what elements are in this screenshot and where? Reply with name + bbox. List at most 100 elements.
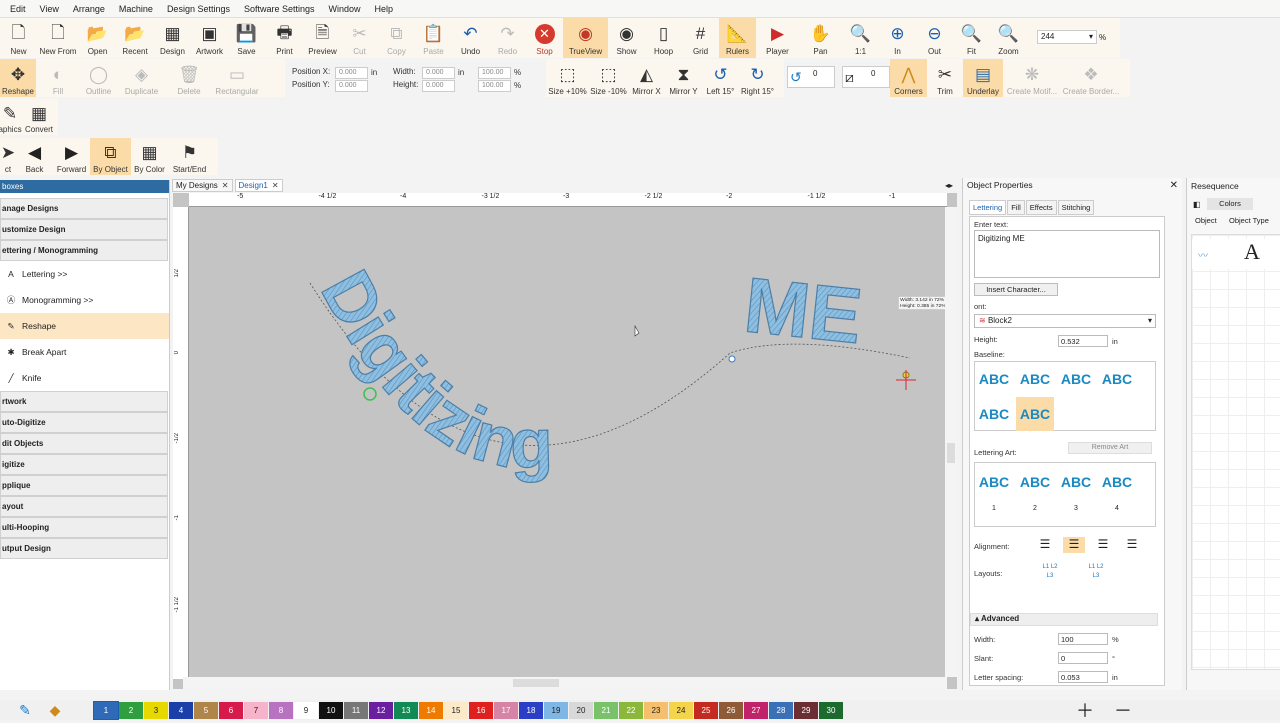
letter-spacing-input[interactable]: 0.053 (1058, 671, 1108, 683)
align-center-icon[interactable]: ☰ (1063, 537, 1085, 553)
insert-character-button[interactable]: Insert Character... (974, 283, 1058, 296)
menu-help[interactable]: Help (368, 4, 401, 14)
baseline-option[interactable]: ABC (975, 362, 1013, 396)
section-rtwork[interactable]: rtwork (0, 391, 168, 412)
size-h_pct[interactable]: 100.00 (478, 80, 511, 92)
advanced-section-header[interactable]: ▴ Advanced (970, 613, 1158, 626)
scroll-thumb[interactable] (513, 679, 559, 687)
thread-swatch[interactable]: 24 (669, 701, 693, 719)
align-right-icon[interactable]: ☰ (1092, 537, 1114, 553)
underlay-button[interactable]: ▤ Underlay (963, 59, 1003, 97)
section-ulti-hooping[interactable]: ulti-Hooping (0, 517, 168, 538)
menu-window[interactable]: Window (322, 4, 368, 14)
hoop-button[interactable]: ▯ Hoop (645, 18, 682, 58)
arc-lettering[interactable]: Digitizing (306, 258, 555, 484)
thread-swatch[interactable]: 16 (469, 701, 493, 719)
layout-option-1[interactable]: L1 L2 L3 (1040, 563, 1060, 597)
sequence-list[interactable]: 〰 A (1191, 234, 1280, 670)
trim-button[interactable]: ✂ Trim (927, 59, 963, 97)
thread-swatch[interactable]: 23 (644, 701, 668, 719)
thread-swatch[interactable]: 18 (519, 701, 543, 719)
design-canvas[interactable]: -5 -4 1/2 -4 -3 1/2 -3 -2 1/2 -2 -1 1/2 -1 1/2 0 -… (173, 193, 957, 689)
start-end-button[interactable]: ⚑ Start/End (168, 138, 211, 175)
remove-art-button[interactable]: Remove Art (1068, 442, 1152, 454)
tool-break-apart[interactable]: ✱ Break Apart (0, 339, 169, 365)
artwork-button[interactable]: ▣ Artwork (191, 18, 228, 58)
remove-icon[interactable]: － (1114, 697, 1132, 723)
font-select[interactable]: ≋ Block2 ▾ (974, 314, 1156, 328)
back-button[interactable]: ◀ Back (16, 138, 53, 175)
zoom-button[interactable]: 🔍 Zoom (990, 18, 1027, 58)
thread-swatch[interactable]: 21 (594, 701, 618, 719)
fill-bucket-icon[interactable]: ◆ (40, 702, 70, 719)
thread-swatch[interactable]: 11 (344, 701, 368, 719)
create-motif-button[interactable]: ❋ Create Motif... (1003, 59, 1061, 97)
thread-swatch[interactable]: 9 (294, 701, 318, 719)
tab-lettering[interactable]: Lettering (969, 200, 1007, 215)
tab-fill[interactable]: Fill (1007, 200, 1025, 215)
new-button[interactable]: 🗋 New (0, 18, 37, 58)
lettering-art-option[interactable]: ABC (1098, 465, 1136, 499)
fill-button[interactable]: ◐ Fill (36, 59, 80, 97)
stop-button[interactable]: ✕ Stop (526, 18, 563, 58)
out-button[interactable]: ⊖ Out (916, 18, 953, 58)
size-h[interactable]: 0.000 (422, 80, 455, 92)
scroll-thumb[interactable] (947, 443, 955, 463)
tab-effects[interactable]: Effects (1025, 200, 1057, 215)
paste-button[interactable]: 📋 Paste (415, 18, 452, 58)
mirror-y-button[interactable]: ⧗ Mirror Y (665, 59, 702, 97)
baseline-option[interactable]: ABC (1016, 397, 1054, 431)
thread-swatch[interactable]: 28 (769, 701, 793, 719)
mirror-x-button[interactable]: ◭ Mirror X (628, 59, 665, 97)
thread-swatch[interactable]: 1 (93, 700, 119, 720)
print-button[interactable]: 🖶 Print (265, 18, 304, 58)
cut-button[interactable]: ✂ Cut (341, 18, 378, 58)
eyedropper-icon[interactable]: ✎ (10, 702, 40, 719)
save-button[interactable]: 💾 Save (228, 18, 265, 58)
thread-swatch[interactable]: 20 (569, 701, 593, 719)
tool-knife[interactable]: ╱ Knife (0, 365, 169, 391)
menu-software-settings[interactable]: Software Settings (237, 4, 322, 14)
lettering-art-option[interactable]: ABC (1057, 465, 1095, 499)
flat-lettering[interactable]: ME (740, 260, 867, 361)
thread-swatch[interactable]: 13 (394, 701, 418, 719)
baseline-option[interactable]: ABC (975, 397, 1013, 431)
thread-swatch[interactable]: 5 (194, 701, 218, 719)
layout-option-2[interactable]: L1 L2 L3 (1086, 563, 1106, 597)
duplicate-button[interactable]: ◈ Duplicate (117, 59, 166, 97)
align-justify-icon[interactable]: ☰ (1121, 537, 1143, 553)
section-anage-designs[interactable]: anage Designs (0, 198, 168, 219)
zoom-select[interactable]: 244 ▾ (1037, 30, 1097, 44)
copy-button[interactable]: ⧉ Copy (378, 18, 415, 58)
create-border-button[interactable]: ❖ Create Border... (1061, 59, 1121, 97)
ct-button[interactable]: ➤ ct (0, 138, 16, 175)
baseline-option[interactable]: ABC (1098, 362, 1136, 396)
preview-button[interactable]: 🗎 Preview (304, 18, 341, 58)
aphics-button[interactable]: ✎ aphics (0, 99, 22, 135)
section-dit-objects[interactable]: dit Objects (0, 433, 168, 454)
doc-tab-my-designs[interactable]: My Designs ✕ (172, 178, 233, 192)
close-icon[interactable]: ✕ (1170, 180, 1182, 191)
rulers-button[interactable]: 📐 Rulers (719, 18, 756, 58)
undo-button[interactable]: ↶ Undo (452, 18, 489, 58)
close-icon[interactable]: ✕ (272, 181, 279, 190)
doc-tab-design1[interactable]: Design1 ✕ (234, 178, 283, 192)
colors-button[interactable]: Colors (1207, 198, 1253, 210)
new-from-button[interactable]: 🗋 New From (37, 18, 79, 58)
align-left-icon[interactable]: ☰ (1034, 537, 1056, 553)
section-ustomize-design[interactable]: ustomize Design (0, 219, 168, 240)
show-button[interactable]: ◉ Show (608, 18, 645, 58)
menu-arrange[interactable]: Arrange (66, 4, 112, 14)
by-object-button[interactable]: ⧉ By Object (90, 138, 131, 175)
thread-swatch[interactable]: 10 (319, 701, 343, 719)
right-15-button[interactable]: ↻ Right 15° (739, 59, 776, 97)
menu-view[interactable]: View (33, 4, 66, 14)
corners-button[interactable]: ⋀ Corners (890, 59, 927, 97)
in-button[interactable]: ⊕ In (879, 18, 916, 58)
thread-swatch[interactable]: 3 (144, 701, 168, 719)
lettering-art-option[interactable]: ABC (975, 465, 1013, 499)
thread-swatch[interactable]: 17 (494, 701, 518, 719)
section-ettering-monogramming[interactable]: ettering / Monogramming (0, 240, 168, 261)
thread-swatch[interactable]: 29 (794, 701, 818, 719)
thread-swatch[interactable]: 8 (269, 701, 293, 719)
